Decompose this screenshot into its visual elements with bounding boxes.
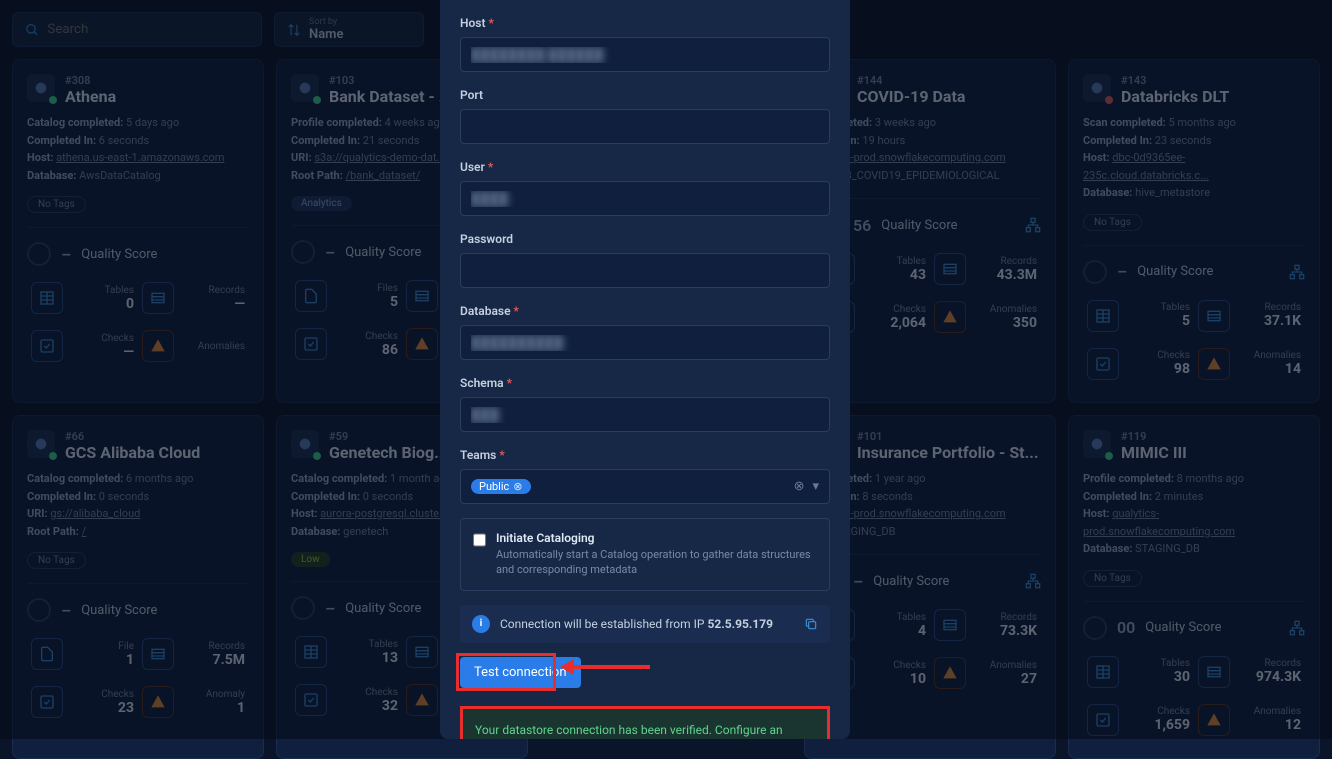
user-field: User * [460,156,830,216]
database-input[interactable] [460,325,830,360]
user-input[interactable] [460,181,830,216]
connection-modal: Host * Port User * Password Database * S… [440,0,850,739]
host-label: Host * [460,16,494,30]
password-input[interactable] [460,253,830,288]
user-label: User * [460,160,493,174]
schema-label: Schema * [460,376,512,390]
teams-select[interactable]: Public ⊗ ⊗ ▾ [460,469,830,504]
password-field: Password [460,228,830,288]
team-chip[interactable]: Public ⊗ [471,479,531,494]
info-icon: i [472,615,490,633]
port-input[interactable] [460,109,830,144]
database-label: Database * [460,304,519,318]
remove-chip-icon: ⊗ [513,480,522,493]
host-input[interactable] [460,37,830,72]
chevron-down-icon[interactable]: ▾ [812,479,819,494]
host-field: Host * [460,12,830,72]
catalog-title: Initiate Cataloging [496,531,817,545]
schema-input[interactable] [460,397,830,432]
password-label: Password [460,232,513,246]
catalog-desc: Automatically start a Catalog operation … [496,547,817,578]
success-message: Your datastore connection has been verif… [460,706,830,739]
teams-label: Teams * [460,448,505,462]
schema-field: Schema * [460,372,830,432]
annotation-arrow [570,665,650,669]
database-field: Database * [460,300,830,360]
port-field: Port [460,84,830,144]
catalog-box: Initiate Cataloging Automatically start … [460,518,830,591]
ip-info: i Connection will be established from IP… [460,605,830,643]
clear-icon[interactable]: ⊗ [794,479,805,494]
catalog-checkbox[interactable] [473,533,486,547]
teams-field: Teams * Public ⊗ ⊗ ▾ [460,444,830,504]
copy-icon[interactable] [804,617,818,631]
port-label: Port [460,88,483,102]
